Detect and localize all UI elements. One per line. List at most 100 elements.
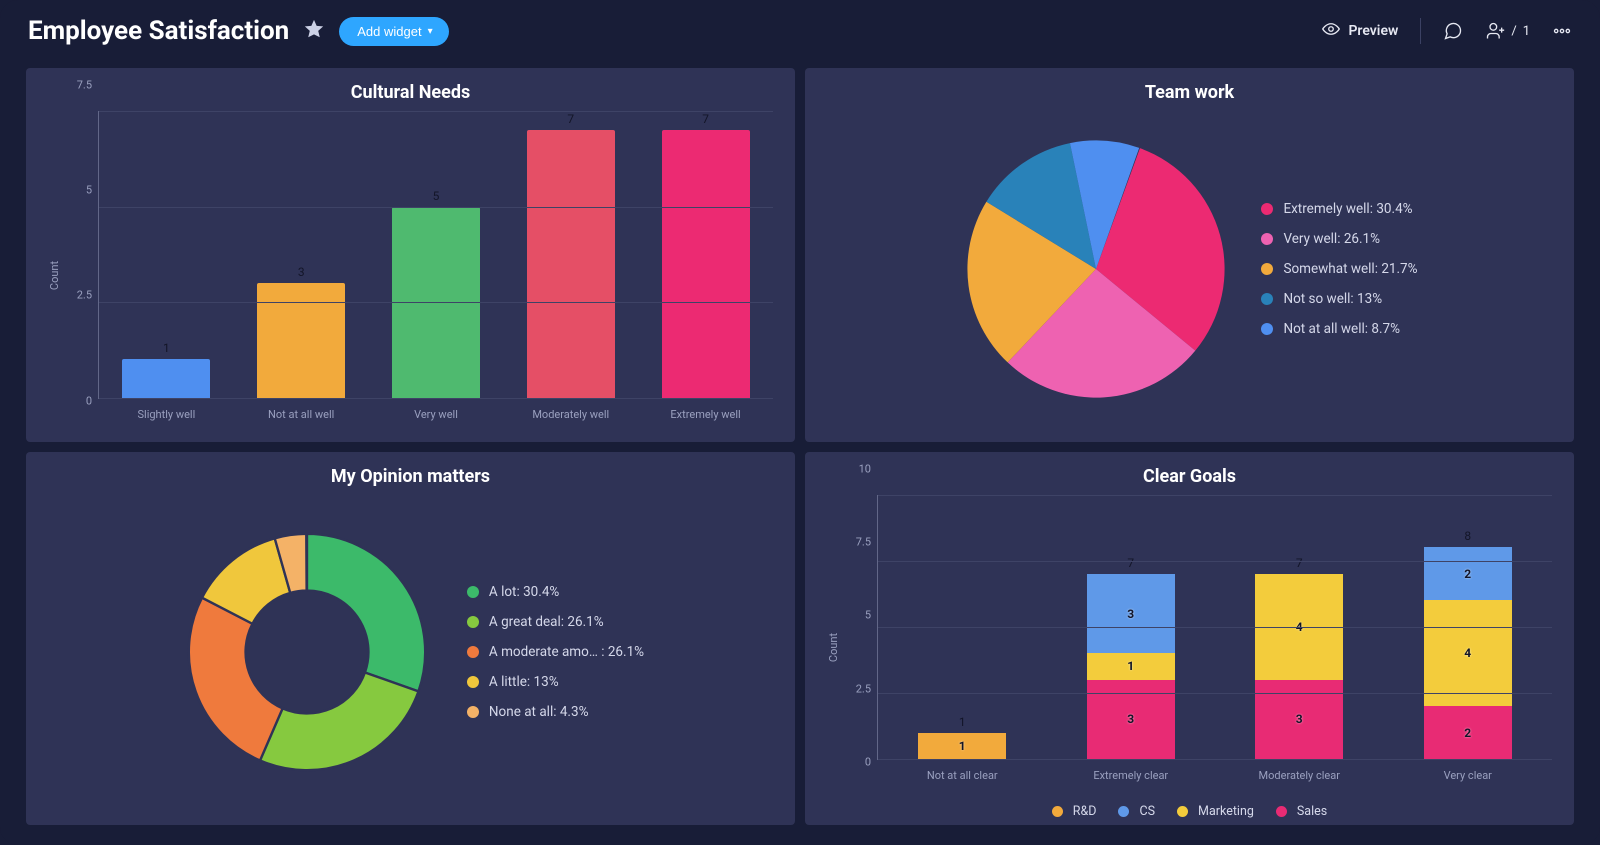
card-cultural-needs: Cultural Needs Count 02.557.5 1Slightly … xyxy=(26,68,795,442)
legend-label: None at all: 4.3% xyxy=(489,704,589,720)
chart-title: Clear Goals xyxy=(827,466,1552,487)
legend-swatch xyxy=(1118,806,1129,817)
stacked-bar[interactable]: 2428 xyxy=(1424,547,1512,759)
stack-segment[interactable]: 1 xyxy=(1087,653,1175,679)
y-tick: 2.5 xyxy=(856,682,871,695)
bar-total-label: 8 xyxy=(1424,529,1512,543)
legend-item[interactable]: Somewhat well: 21.7% xyxy=(1261,261,1417,277)
donut-chart xyxy=(177,522,437,782)
legend-label: Not at all well: 8.7% xyxy=(1283,321,1400,337)
add-widget-label: Add widget xyxy=(357,24,421,39)
legend-swatch xyxy=(467,646,479,658)
series-legend-item[interactable]: Marketing xyxy=(1177,804,1254,819)
donut-legend: A lot: 30.4% A great deal: 26.1% A moderat… xyxy=(467,584,644,720)
preview-button[interactable]: Preview xyxy=(1322,20,1398,42)
y-tick: 0 xyxy=(865,756,871,769)
pie-slice[interactable] xyxy=(189,598,283,761)
stack-segment[interactable]: 1 xyxy=(918,733,1006,759)
bar-total-label: 1 xyxy=(918,715,1006,729)
y-axis: Count 02.557.5 xyxy=(48,111,98,427)
legend-item[interactable]: A moderate amo… : 26.1% xyxy=(467,644,644,660)
stack-segment[interactable]: 2 xyxy=(1424,706,1512,759)
stack-segment[interactable]: 3 xyxy=(1087,680,1175,759)
bar[interactable]: 1 xyxy=(122,359,210,397)
x-tick: Very clear xyxy=(1350,769,1574,782)
y-tick: 7.5 xyxy=(77,79,92,92)
chart-title: Team work xyxy=(827,82,1552,103)
preview-label: Preview xyxy=(1348,23,1398,39)
pie-slice[interactable] xyxy=(260,673,418,771)
y-axis-label: Count xyxy=(827,633,840,662)
y-tick: 5 xyxy=(86,184,92,197)
bar[interactable]: 7 xyxy=(527,130,615,397)
series-legend-item[interactable]: R&D xyxy=(1052,804,1097,819)
header: Employee Satisfaction Add widget ▾ Previ… xyxy=(0,0,1600,62)
legend-item[interactable]: A lot: 30.4% xyxy=(467,584,644,600)
bar-plot: 1Slightly well3Not at all well5Very well… xyxy=(98,111,773,399)
chart-title: Cultural Needs xyxy=(48,82,773,103)
y-tick: 10 xyxy=(859,462,871,475)
add-widget-button[interactable]: Add widget ▾ xyxy=(339,17,448,46)
stacked-bar[interactable]: 347 xyxy=(1255,574,1343,759)
comments-button[interactable] xyxy=(1443,21,1463,41)
legend-item[interactable]: Very well: 26.1% xyxy=(1261,231,1417,247)
pie-legend: Extremely well: 30.4% Very well: 26.1% Som… xyxy=(1261,201,1417,337)
series-name: R&D xyxy=(1073,804,1097,819)
y-axis-label: Count xyxy=(48,261,61,290)
legend-swatch xyxy=(467,586,479,598)
legend-item[interactable]: A great deal: 26.1% xyxy=(467,614,644,630)
stack-segment[interactable]: 2 xyxy=(1424,547,1512,600)
stacked-bar[interactable]: 11 xyxy=(918,733,1006,759)
legend-swatch xyxy=(1177,806,1188,817)
card-clear-goals: Clear Goals Count 02.557.510 11Not at al… xyxy=(805,452,1574,826)
stack-segment[interactable]: 3 xyxy=(1255,680,1343,759)
series-name: Marketing xyxy=(1198,804,1254,819)
legend-label: A little: 13% xyxy=(489,674,559,690)
pie-slice[interactable] xyxy=(307,534,425,692)
legend-label: Extremely well: 30.4% xyxy=(1283,201,1412,217)
legend-swatch xyxy=(1261,203,1273,215)
series-name: Sales xyxy=(1297,804,1327,819)
y-axis: Count 02.557.510 xyxy=(827,495,877,789)
bar-value-label: 5 xyxy=(392,189,480,203)
legend-label: Very well: 26.1% xyxy=(1283,231,1380,247)
bar-value-label: 3 xyxy=(257,265,345,279)
legend-item[interactable]: None at all: 4.3% xyxy=(467,704,644,720)
more-button[interactable] xyxy=(1552,21,1572,41)
legend-swatch xyxy=(467,676,479,688)
y-tick: 5 xyxy=(865,609,871,622)
legend-swatch xyxy=(467,706,479,718)
stacked-bar[interactable]: 3137 xyxy=(1087,574,1175,759)
stack-segment[interactable]: 4 xyxy=(1424,600,1512,706)
legend-label: A moderate amo… : 26.1% xyxy=(489,644,644,660)
series-legend-item[interactable]: CS xyxy=(1118,804,1155,819)
star-icon[interactable] xyxy=(303,18,325,44)
page-title: Employee Satisfaction xyxy=(28,16,289,46)
legend-swatch xyxy=(1052,806,1063,817)
y-tick: 7.5 xyxy=(856,535,871,548)
legend-label: A lot: 30.4% xyxy=(489,584,559,600)
bar[interactable]: 3 xyxy=(257,283,345,398)
share-count: 1 xyxy=(1523,24,1530,39)
series-legend-item[interactable]: Sales xyxy=(1276,804,1327,819)
card-opinion-matters: My Opinion matters A lot: 30.4% A great d… xyxy=(26,452,795,826)
share-separator: / xyxy=(1511,24,1516,39)
legend-swatch xyxy=(1261,233,1273,245)
legend-item[interactable]: Not so well: 13% xyxy=(1261,291,1417,307)
bar-total-label: 7 xyxy=(1087,556,1175,570)
series-name: CS xyxy=(1139,804,1155,819)
legend-item[interactable]: Extremely well: 30.4% xyxy=(1261,201,1417,217)
series-legend: R&D CS Marketing Sales xyxy=(805,804,1574,819)
card-team-work: Team work Extremely well: 30.4% Very well… xyxy=(805,68,1574,442)
stack-segment[interactable]: 3 xyxy=(1087,574,1175,653)
legend-swatch xyxy=(1276,806,1287,817)
legend-swatch xyxy=(467,616,479,628)
legend-item[interactable]: A little: 13% xyxy=(467,674,644,690)
legend-label: Somewhat well: 21.7% xyxy=(1283,261,1417,277)
y-tick: 2.5 xyxy=(77,289,92,302)
chart-title: My Opinion matters xyxy=(48,466,773,487)
bar[interactable]: 7 xyxy=(662,130,750,397)
share-button[interactable]: / 1 xyxy=(1485,21,1530,41)
legend-item[interactable]: Not at all well: 8.7% xyxy=(1261,321,1417,337)
eye-icon xyxy=(1322,20,1340,42)
